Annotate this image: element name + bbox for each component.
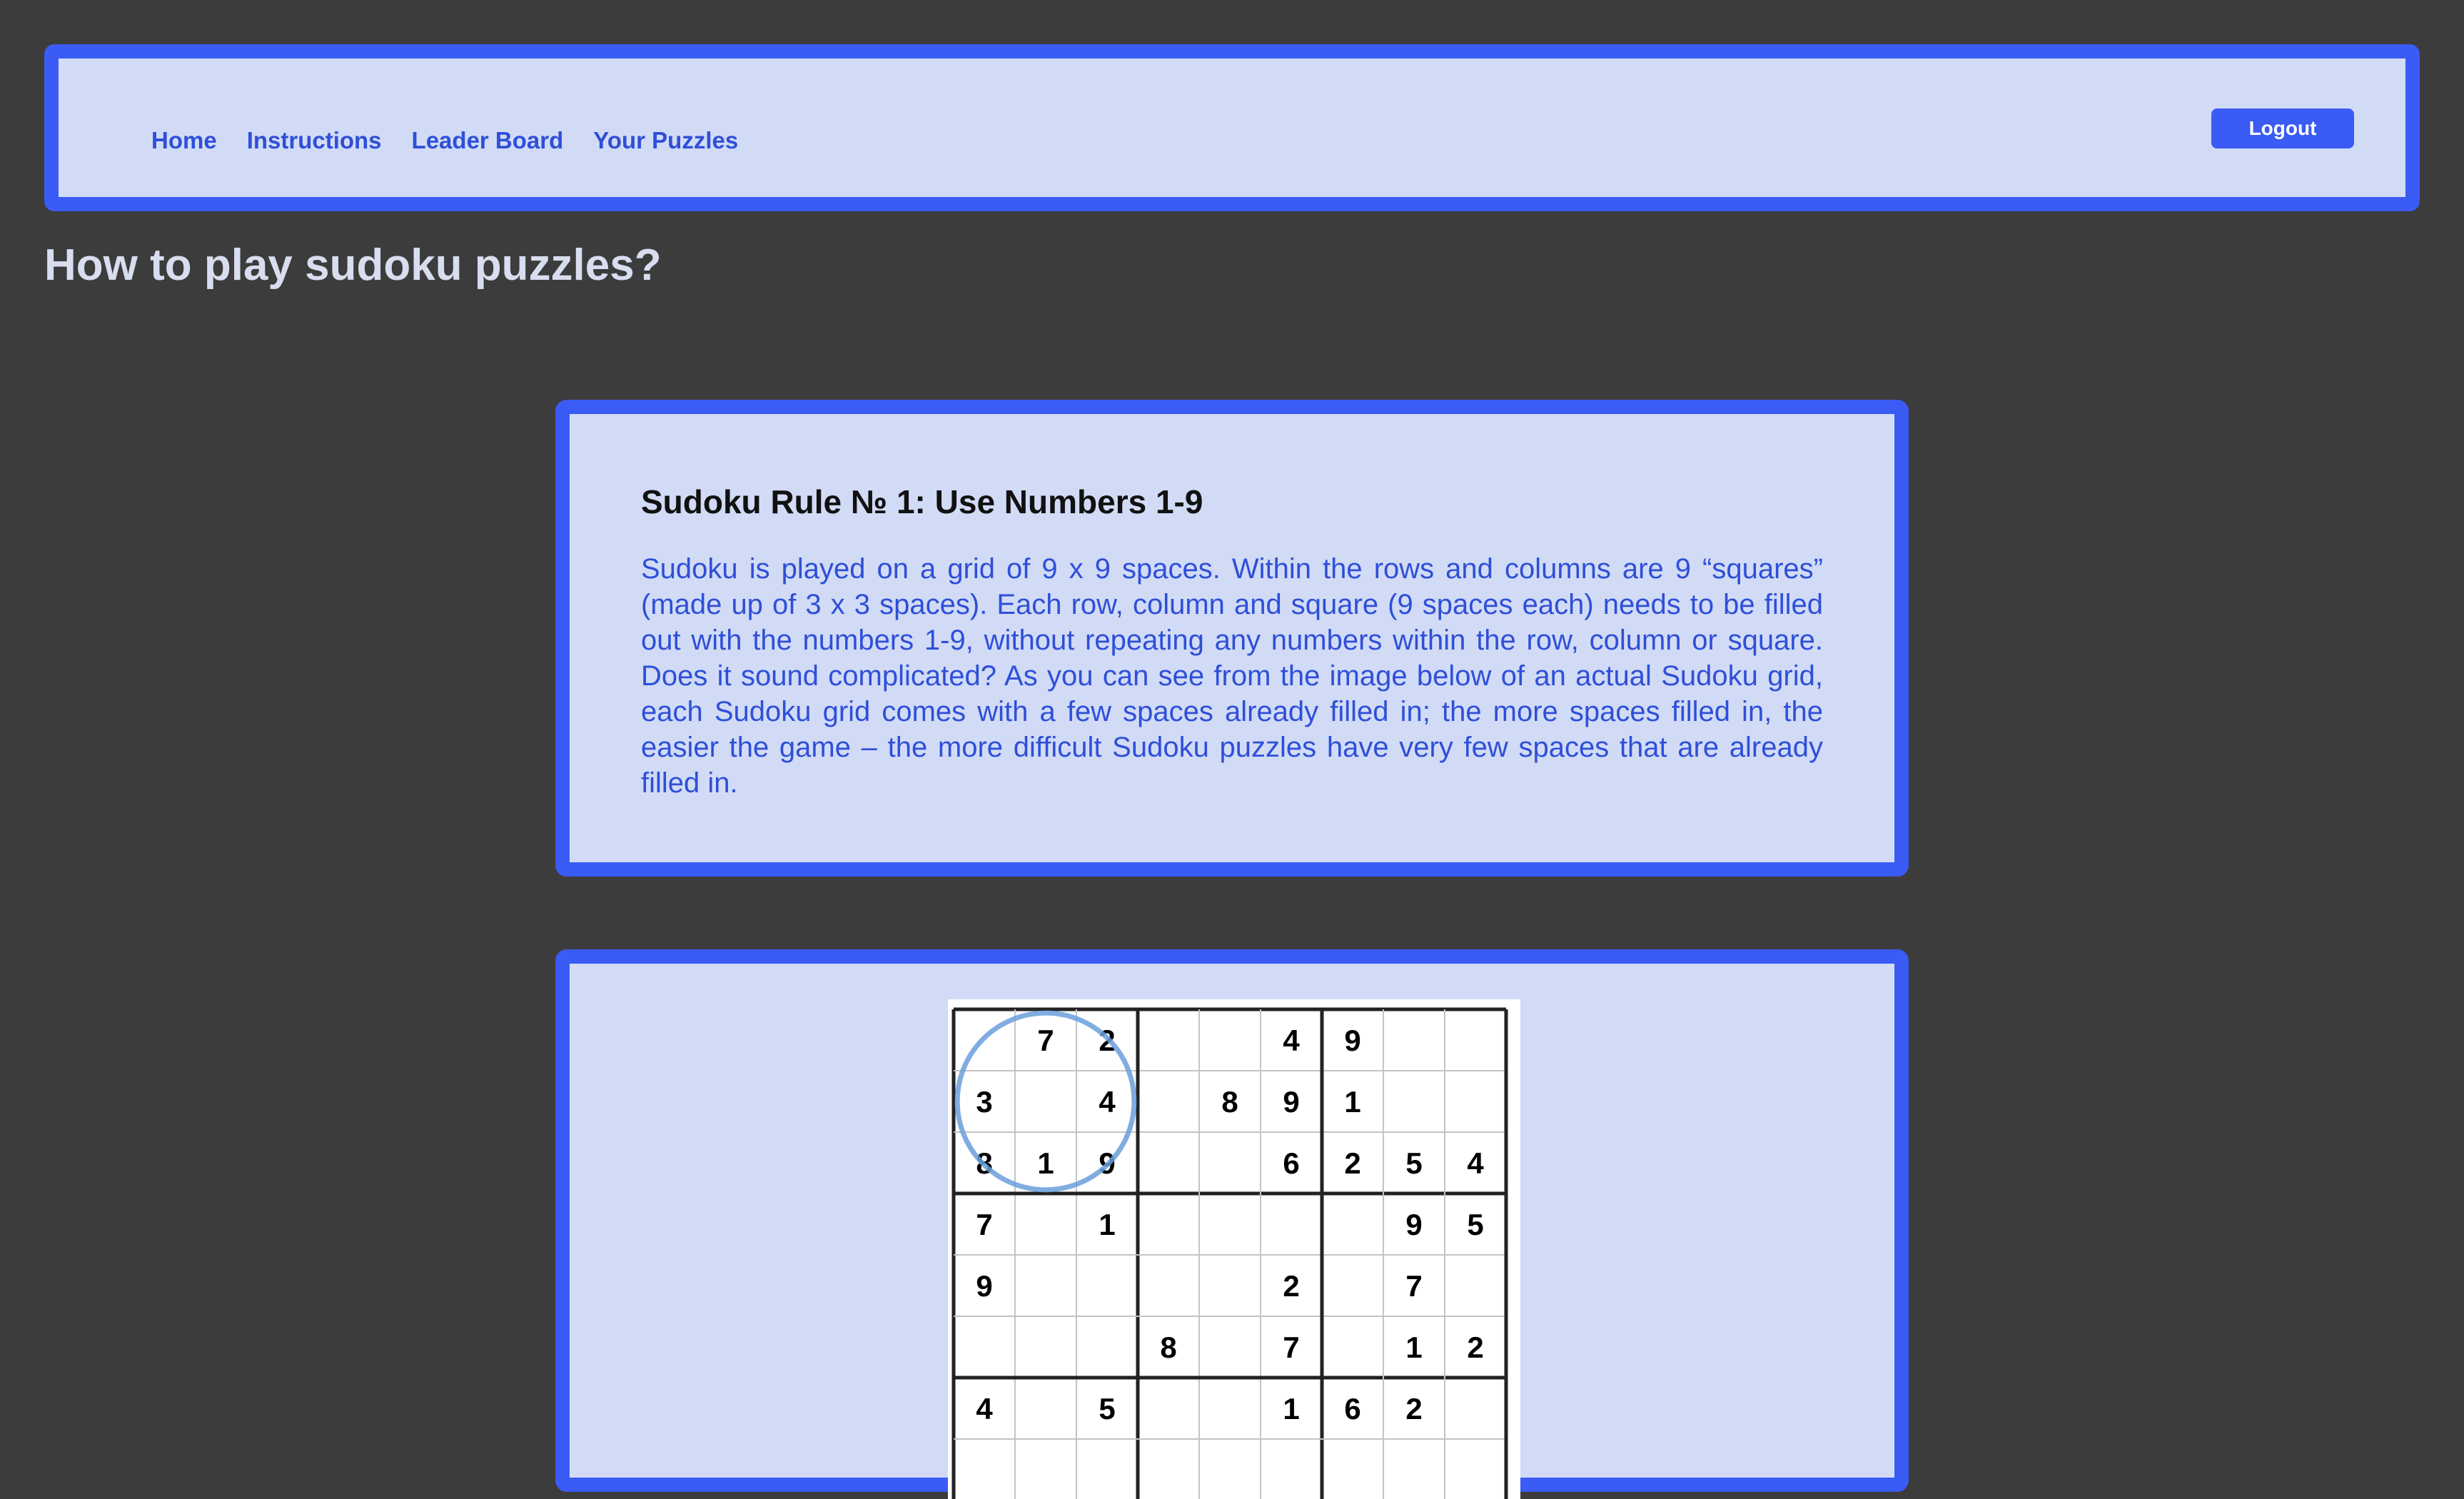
sudoku-cell-value: 4 (1283, 1024, 1300, 1057)
sudoku-cell-value: 7 (976, 1208, 992, 1241)
sudoku-cell-value: 5 (1099, 1392, 1115, 1425)
sudoku-cell-value: 2 (1405, 1392, 1422, 1425)
sudoku-grid-image: 72493489181962547195927871245162 (948, 999, 1520, 1499)
nav-link-instructions[interactable]: Instructions (247, 127, 382, 154)
sudoku-cell-value: 1 (1405, 1331, 1422, 1364)
sudoku-cell-value: 1 (1037, 1146, 1054, 1180)
sudoku-cell-value: 9 (1283, 1085, 1299, 1119)
sudoku-grid: 7 2 4 93 4 8 9 18 1 9 6 2 5 47 1 9 59 2 78 7 1 24 5 1 6 2 (951, 1007, 1508, 1499)
sudoku-cell-value: 2 (1344, 1146, 1360, 1180)
sudoku-cell-value: 2 (1283, 1269, 1299, 1303)
nav-links: Home Instructions Leader Board Your Puzz… (151, 127, 738, 154)
sudoku-cell-value: 4 (1467, 1146, 1484, 1180)
sudoku-cell-value: 7 (1405, 1269, 1422, 1303)
sudoku-cell-value: 6 (1344, 1392, 1360, 1425)
nav-link-home[interactable]: Home (151, 127, 217, 154)
sudoku-cell-value: 9 (1344, 1024, 1360, 1057)
sudoku-cell-value: 1 (1099, 1208, 1115, 1241)
sudoku-cell-value: 1 (1283, 1392, 1299, 1425)
page-title: How to play sudoku puzzles? (44, 241, 662, 290)
rule-description: Sudoku is played on a grid of 9 x 9 spac… (641, 553, 1823, 799)
sudoku-cell-value: 9 (976, 1269, 992, 1303)
sudoku-cell-value: 4 (976, 1392, 993, 1425)
rule-card: Sudoku Rule № 1: Use Numbers 1-9 Sudoku … (555, 400, 1909, 877)
sudoku-cell-value: 2 (1467, 1331, 1483, 1364)
sudoku-cell-value: 9 (1405, 1208, 1422, 1241)
sudoku-cell-value: 1 (1344, 1085, 1360, 1119)
sudoku-cell-value: 5 (1467, 1208, 1483, 1241)
sudoku-cell-value: 8 (1160, 1331, 1176, 1364)
sudoku-cell-value: 3 (976, 1085, 992, 1119)
sudoku-image-card: 72493489181962547195927871245162 (555, 949, 1909, 1499)
sudoku-cell-value: 4 (1099, 1085, 1116, 1119)
sudoku-cell-value: 7 (1283, 1331, 1299, 1364)
sudoku-cell-value: 8 (1221, 1085, 1238, 1119)
sudoku-cell-value: 7 (1037, 1024, 1054, 1057)
logout-button[interactable]: Logout (2211, 108, 2354, 148)
nav-link-leader-board[interactable]: Leader Board (412, 127, 564, 154)
top-navbar: Home Instructions Leader Board Your Puzz… (44, 44, 2420, 211)
nav-link-your-puzzles[interactable]: Your Puzzles (593, 127, 738, 154)
sudoku-cell-value: 6 (1283, 1146, 1299, 1180)
sudoku-cell-value: 5 (1405, 1146, 1422, 1180)
rule-title: Sudoku Rule № 1: Use Numbers 1-9 (641, 483, 1203, 520)
